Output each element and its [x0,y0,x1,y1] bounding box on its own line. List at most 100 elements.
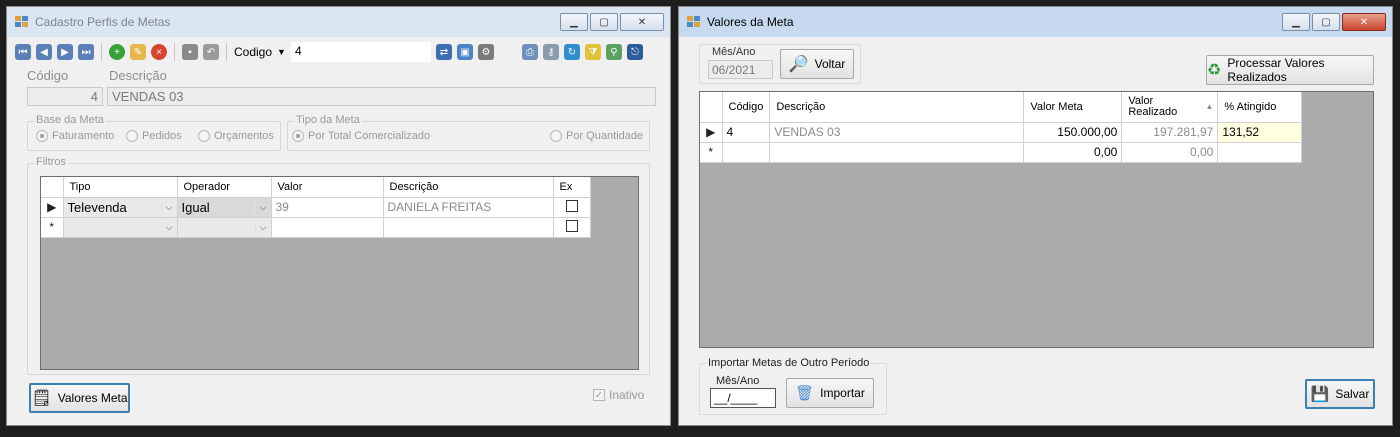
codigo-label: Código [27,68,69,83]
key-icon[interactable]: ⚷ [542,44,559,60]
tipo-combo[interactable]: Televenda ⌵ [63,197,178,218]
table-row[interactable]: ▶ 4 VENDAS 03 150.000,00 197.281,97 131,… [700,122,1303,143]
column-header-tipo[interactable]: Tipo [63,177,178,198]
valor-cell[interactable]: 39 [271,197,384,218]
prev-icon[interactable]: ◀ [36,44,52,60]
column-header-valor-realizado[interactable]: Valor Realizado ▲ [1121,92,1219,123]
exit-icon[interactable]: ⎋ [626,44,643,60]
ex-cell[interactable] [553,197,591,218]
print-icon[interactable]: ⎙ [521,44,538,60]
valor-realizado-cell-new[interactable]: 0,00 [1121,142,1219,163]
last-icon[interactable]: ⏭ [78,44,94,60]
descricao-label: Descrição [109,68,167,83]
close-button[interactable]: ✕ [1342,13,1386,31]
table-row-new[interactable]: * 0,00 0,00 [700,142,1303,163]
processar-button[interactable]: ♻ Processar Valores Realizados [1206,55,1374,85]
search-icon[interactable]: ⇄ [435,44,452,60]
atingido-cell[interactable]: 131,52 [1217,122,1303,143]
radio-dot [36,130,48,142]
operador-combo-new[interactable]: ⌵ [177,217,272,238]
codigo-cell[interactable]: 4 [722,122,771,143]
maximize-button[interactable]: ▢ [590,13,618,31]
app-icon [15,16,29,28]
salvar-button[interactable]: 💾 Salvar [1305,379,1375,409]
descricao-cell-new[interactable] [769,142,1025,163]
table-header-row: Código Descrição Valor Meta Valor Realiz… [700,92,1303,123]
chevron-down-icon[interactable]: ⌵ [254,221,267,233]
column-header-operador[interactable]: Operador [177,177,272,198]
processar-label: Processar Valores Realizados [1227,56,1325,84]
next-icon[interactable]: ▶ [57,44,73,60]
descricao-cell-new[interactable] [383,217,554,238]
close-button[interactable]: ✕ [620,13,664,31]
mes-ano-field[interactable]: 06/2021 [708,60,773,79]
codigo-field[interactable]: 4 [27,87,103,106]
pin-icon[interactable]: ⚲ [605,44,622,60]
ex-checkbox[interactable] [565,199,578,212]
minimize-button[interactable]: ▁ [560,13,588,31]
valor-realizado-header-text: Valor Realizado [1128,94,1178,118]
importar-mes-ano-label: Mês/Ano [716,375,760,387]
chevron-down-icon[interactable]: ▼ [277,47,286,57]
importar-label: Importar [820,386,865,400]
valor-meta-cell[interactable]: 150.000,00 [1023,122,1123,143]
column-header-valor-meta[interactable]: Valor Meta [1023,92,1123,123]
refresh-icon[interactable]: ↻ [563,44,580,60]
cadastro-perfis-window: Cadastro Perfis de Metas ▁ ▢ ✕ ⏮ ◀ ▶ ⏭ +… [6,6,671,426]
voltar-button[interactable]: 🔎 Voltar [780,49,854,79]
descricao-cell[interactable]: VENDAS 03 [769,122,1025,143]
maximize-button[interactable]: ▢ [1312,13,1340,31]
save-icon[interactable]: ▪ [182,44,198,60]
image-icon[interactable]: ▣ [456,44,473,60]
search-input[interactable]: 4 [290,42,431,62]
codigo-cell-new[interactable] [722,142,771,163]
search-field-label[interactable]: Codigo [234,45,272,59]
filtros-grid[interactable]: Tipo Operador Valor Descrição Ex ▶ Telev… [40,176,639,370]
operador-combo[interactable]: Igual ⌵ [177,197,272,218]
chevron-down-icon[interactable]: ⌵ [254,201,267,213]
ex-checkbox[interactable] [565,219,578,232]
tools-icon[interactable]: ⚙ [477,44,494,60]
tipo-combo-new[interactable]: ⌵ [63,217,178,238]
new-row-icon: * [700,142,723,163]
radio-faturamento[interactable]: Faturamento [36,130,114,142]
column-header-codigo[interactable]: Código [722,92,771,123]
title-bar[interactable]: Valores da Meta ▁ ▢ ✕ [679,7,1392,37]
inativo-checkbox[interactable]: ✓ Inativo [593,388,644,402]
valor-cell-new[interactable] [271,217,384,238]
minimize-button[interactable]: ▁ [1282,13,1310,31]
chevron-down-icon[interactable]: ⌵ [160,201,173,213]
edit-icon[interactable]: ✎ [130,44,146,60]
column-header-descricao[interactable]: Descrição [383,177,554,198]
descricao-field[interactable]: VENDAS 03 [107,87,656,106]
row-header-corner [700,92,723,123]
table-row[interactable]: ▶ Televenda ⌵ Igual ⌵ 39 DANIELA FREITAS [41,197,591,218]
descricao-cell[interactable]: DANIELA FREITAS [383,197,554,218]
atingido-cell-new[interactable] [1217,142,1303,163]
operador-value: Igual [181,199,210,215]
radio-total-comercializado[interactable]: Por Total Comercializado [292,130,430,142]
radio-orcamentos[interactable]: Orçamentos [198,130,274,142]
column-header-atingido[interactable]: % Atingido [1217,92,1303,123]
importar-button[interactable]: 🗑 Importar [786,378,874,408]
valores-grid[interactable]: Código Descrição Valor Meta Valor Realiz… [699,91,1374,348]
undo-icon[interactable]: ↶ [203,44,219,60]
filter-icon[interactable]: ⧩ [584,44,601,60]
first-icon[interactable]: ⏮ [15,44,31,60]
column-header-descricao[interactable]: Descrição [769,92,1025,123]
delete-icon[interactable]: × [151,44,167,60]
valor-realizado-cell[interactable]: 197.281,97 [1121,122,1219,143]
ex-cell-new[interactable] [553,217,591,238]
title-bar[interactable]: Cadastro Perfis de Metas ▁ ▢ ✕ [7,7,670,37]
column-header-valor[interactable]: Valor [271,177,384,198]
radio-pedidos[interactable]: Pedidos [126,130,182,142]
importar-mes-ano-input[interactable]: __/____ [710,388,776,408]
chevron-down-icon[interactable]: ⌵ [160,221,173,233]
add-icon[interactable]: + [109,44,125,60]
valores-meta-button[interactable]: 🗒 Valores Meta [29,383,130,413]
table-row-new[interactable]: * ⌵ ⌵ [41,217,591,238]
valor-meta-cell-new[interactable]: 0,00 [1023,142,1123,163]
filtros-group: Filtros Tipo Operador Valor Descrição Ex… [27,156,650,375]
column-header-ex[interactable]: Ex [553,177,591,198]
radio-por-quantidade[interactable]: Por Quantidade [550,130,643,142]
